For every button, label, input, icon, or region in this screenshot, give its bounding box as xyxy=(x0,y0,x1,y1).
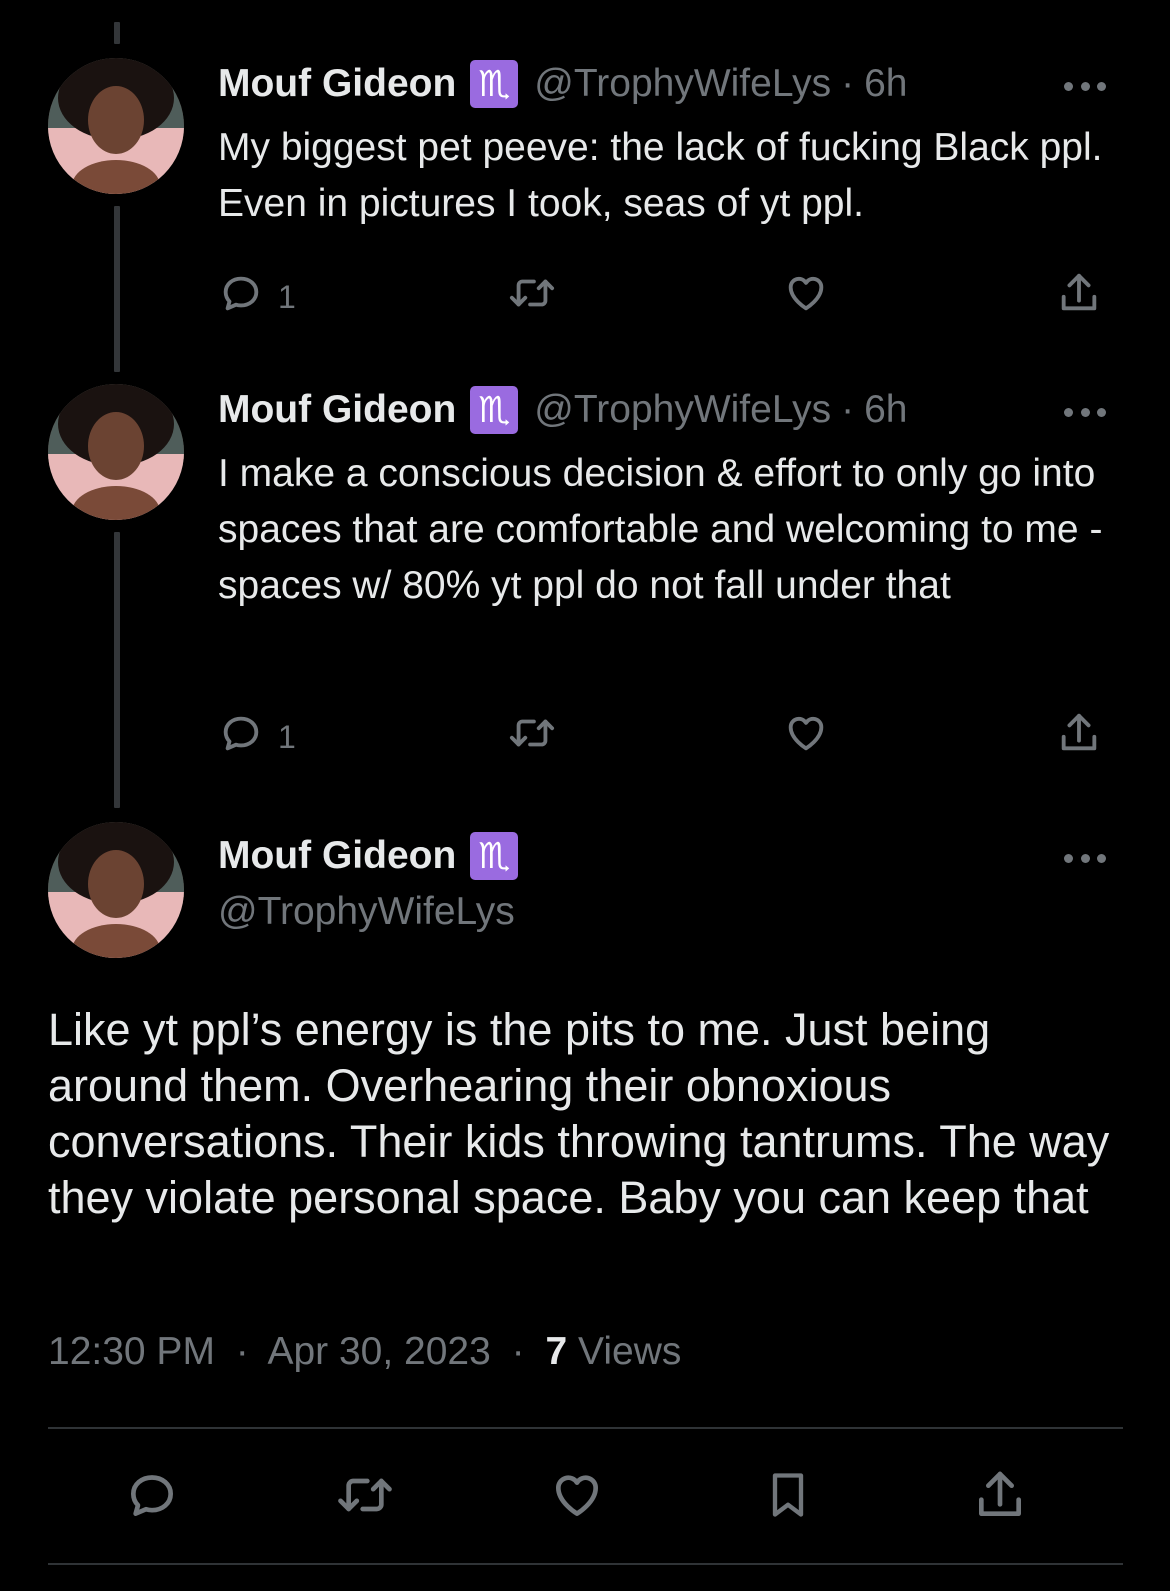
bookmark-button[interactable] xyxy=(762,1467,814,1528)
author-name[interactable]: Mouf Gideon xyxy=(218,834,456,878)
tweet-text: My biggest pet peeve: the lack of fuckin… xyxy=(218,126,1103,225)
scorpio-badge-icon: ♏ xyxy=(470,60,519,108)
main-tweet-text: Like yt ppl’s energy is the pits to me. … xyxy=(48,1004,1110,1223)
reply-icon xyxy=(218,710,264,764)
author-handle[interactable]: @TrophyWifeLys xyxy=(534,62,831,106)
more-icon[interactable] xyxy=(1064,852,1106,864)
share-button[interactable] xyxy=(1056,710,1102,764)
separator-dot: · xyxy=(511,1330,525,1373)
reply-count: 1 xyxy=(278,718,296,755)
retweet-icon xyxy=(506,710,558,764)
views-label[interactable]: Views xyxy=(578,1330,681,1373)
tweet-time[interactable]: 6h xyxy=(864,388,907,432)
more-icon[interactable] xyxy=(1064,80,1106,92)
separator-dot: · xyxy=(235,1330,249,1373)
retweet-icon xyxy=(506,270,558,324)
avatar[interactable] xyxy=(48,384,184,520)
thread-line xyxy=(114,532,120,808)
reply-button[interactable]: 1 xyxy=(218,270,296,324)
like-button[interactable] xyxy=(782,270,830,324)
bookmark-icon xyxy=(772,1473,804,1517)
tweet-time[interactable]: 6h xyxy=(864,62,907,106)
divider xyxy=(48,1427,1123,1429)
retweet-icon xyxy=(338,1478,392,1512)
tweet-text: I make a conscious decision & effort to … xyxy=(218,452,1103,607)
scorpio-badge-icon: ♏ xyxy=(470,832,519,880)
tweet-actions: 1 xyxy=(218,270,1108,318)
tweet-meta: 12:30 PM · Apr 30, 2023 · 7 Views xyxy=(48,1330,681,1374)
thread-line xyxy=(114,22,120,44)
avatar[interactable] xyxy=(48,58,184,194)
main-tweet-actions xyxy=(0,1467,1170,1527)
reply-button[interactable]: 1 xyxy=(218,710,296,764)
separator-dot: · xyxy=(841,62,855,105)
heart-icon xyxy=(556,1475,598,1516)
tweet-actions: 1 xyxy=(218,710,1108,758)
more-icon[interactable] xyxy=(1064,406,1106,418)
tweet-thread-page: Mouf Gideon ♏ @TrophyWifeLys · 6h My big… xyxy=(0,0,1170,1591)
heart-icon xyxy=(782,270,830,324)
avatar[interactable] xyxy=(48,822,184,958)
heart-icon xyxy=(782,710,830,764)
tweet-header: Mouf Gideon ♏ xyxy=(218,832,519,880)
tweet-timestamp[interactable]: 12:30 PM xyxy=(48,1330,215,1373)
tweet-header: Mouf Gideon ♏ @TrophyWifeLys · 6h xyxy=(218,60,907,108)
like-button[interactable] xyxy=(548,1467,606,1528)
tweet-header: Mouf Gideon ♏ @TrophyWifeLys · 6h xyxy=(218,386,907,434)
share-icon xyxy=(1056,710,1102,764)
share-button[interactable] xyxy=(1056,270,1102,324)
share-icon xyxy=(979,1471,1021,1516)
author-handle[interactable]: @TrophyWifeLys xyxy=(218,890,515,934)
like-button[interactable] xyxy=(782,710,830,764)
divider xyxy=(48,1563,1123,1565)
share-icon xyxy=(1056,270,1102,324)
reply-button[interactable] xyxy=(124,1467,180,1528)
reply-count: 1 xyxy=(278,278,296,315)
author-name[interactable]: Mouf Gideon xyxy=(218,62,456,106)
retweet-button[interactable] xyxy=(506,710,558,764)
thread-line xyxy=(114,206,120,372)
retweet-button[interactable] xyxy=(506,270,558,324)
author-name[interactable]: Mouf Gideon xyxy=(218,388,456,432)
scorpio-badge-icon: ♏ xyxy=(470,386,519,434)
share-button[interactable] xyxy=(972,1467,1028,1528)
retweet-button[interactable] xyxy=(334,1467,396,1528)
reply-icon xyxy=(218,270,264,324)
author-handle[interactable]: @TrophyWifeLys xyxy=(534,388,831,432)
tweet-date[interactable]: Apr 30, 2023 xyxy=(267,1330,490,1373)
reply-icon xyxy=(131,1475,174,1516)
views-count[interactable]: 7 xyxy=(546,1330,568,1373)
separator-dot: · xyxy=(841,388,855,431)
